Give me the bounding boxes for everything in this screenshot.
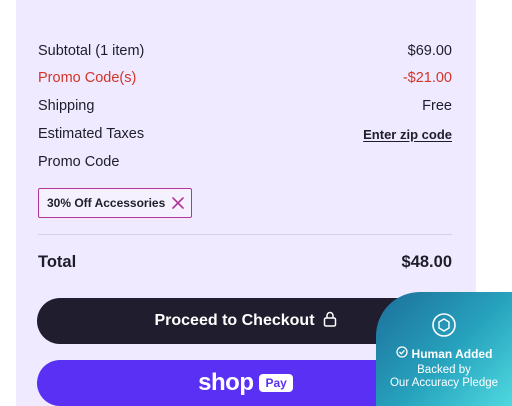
applied-promo-label: 30% Off Accessories <box>47 196 166 210</box>
promo-code-label: Promo Code <box>38 154 120 170</box>
shop-pay-logo-text: shop <box>198 369 254 396</box>
subtotal-value: $69.00 <box>407 43 452 59</box>
promo-discount-label: Promo Code(s) <box>38 70 137 86</box>
total-label: Total <box>38 252 77 271</box>
lock-icon <box>323 311 337 332</box>
subtotal-row: Subtotal (1 item) $69.00 <box>38 41 452 61</box>
total-row: Total $48.00 <box>38 252 452 272</box>
taxes-label: Estimated Taxes <box>38 126 145 142</box>
applied-promo-chip: 30% Off Accessories <box>38 188 192 218</box>
total-value: $48.00 <box>401 252 452 271</box>
shipping-label: Shipping <box>38 98 95 114</box>
promo-discount-value: -$21.00 <box>402 70 452 86</box>
chat-bubble-icon <box>431 312 457 338</box>
badge-line-2: Our Accuracy Pledge <box>389 377 499 389</box>
shipping-row: Shipping Free <box>38 96 452 116</box>
badge-line-1: Backed by <box>417 364 471 376</box>
badge-subtitle: Backed by Our Accuracy Pledge <box>376 364 512 390</box>
promo-code-row: Promo Code <box>38 152 452 172</box>
accuracy-pledge-badge[interactable]: Human Added Backed by Our Accuracy Pledg… <box>376 292 512 406</box>
subtotal-label: Subtotal (1 item) <box>38 43 145 59</box>
enter-zip-link[interactable]: Enter zip code <box>363 127 452 142</box>
close-icon[interactable] <box>171 196 185 210</box>
badge-title: Human Added <box>411 346 493 361</box>
pay-badge: Pay <box>259 374 293 392</box>
shipping-value: Free <box>422 98 452 114</box>
taxes-row: Estimated Taxes Enter zip code <box>38 124 452 144</box>
checkout-button-label: Proceed to Checkout <box>154 312 315 329</box>
promo-discount-row: Promo Code(s) -$21.00 <box>38 68 452 88</box>
badge-title-row: Human Added <box>376 346 512 361</box>
check-circle-icon <box>395 346 408 361</box>
summary-divider <box>38 234 452 235</box>
